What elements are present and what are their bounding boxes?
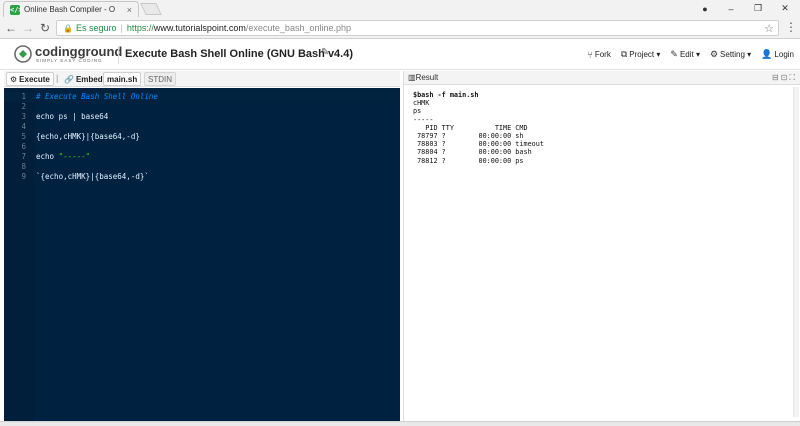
reload-icon[interactable]: ↻ [37, 20, 53, 36]
logo-text: codingground [35, 44, 123, 59]
editor-pane: ⚙ Execute | 🔗 Embed main.sh STDIN 1 # Exe… [4, 71, 400, 421]
result-window-controls[interactable]: ⊟⊡⛶ [772, 73, 797, 83]
result-title: ▥Result [408, 73, 439, 82]
tab-main-sh[interactable]: main.sh [103, 72, 142, 86]
result-text: cHMK ps ----- PID TTY TIME CMD 78797 ? 0… [413, 99, 544, 165]
login-button[interactable]: 👤 Login [761, 49, 794, 60]
code-text: echo "-----" [36, 152, 91, 161]
tab-stdin[interactable]: STDIN [144, 72, 176, 86]
address-bar-row: ← → ↻ 🔒 Es seguro | https:// www.tutoria… [0, 17, 800, 39]
profile-icon[interactable]: ● [692, 0, 718, 17]
code-text: {echo,cHMK}|{base64,-d} [36, 132, 140, 141]
code-line[interactable]: 6 [4, 142, 400, 152]
maximize-button[interactable]: ❐ [745, 0, 771, 17]
line-number: 3 [21, 112, 26, 121]
project-label: Project ▾ [629, 50, 661, 59]
codingground-logo[interactable]: codingground SIMPLY EASY CODING [14, 44, 122, 66]
terminal-icon: ▥ [408, 73, 416, 82]
code-line[interactable]: 7 echo "-----" [4, 152, 400, 162]
url-input[interactable]: 🔒 Es seguro | https:// www.tutorialspoin… [56, 20, 779, 36]
url-domain: www.tutorialspoint.com [153, 23, 246, 33]
browser-menu-icon[interactable]: ⋮ [785, 20, 797, 34]
line-number: 8 [21, 162, 26, 171]
line-number: 7 [21, 152, 26, 161]
fork-label: Fork [594, 50, 611, 59]
bookmark-star-icon[interactable]: ☆ [764, 22, 774, 35]
execute-icon: ⚙ [10, 74, 18, 84]
code-line[interactable]: 1 # Execute Bash Shell Online [4, 92, 400, 102]
code-line[interactable]: 5 {echo,cHMK}|{base64,-d} [4, 132, 400, 142]
url-separator: | [120, 23, 123, 33]
result-scrollbar[interactable] [793, 87, 799, 417]
tab-close-icon[interactable]: × [127, 5, 132, 15]
header-divider [118, 46, 119, 64]
file-tab-label: main.sh [107, 74, 138, 84]
tab-title: Online Bash Compiler - O [24, 5, 116, 14]
line-number: 9 [21, 172, 26, 181]
minimize-button[interactable]: – [718, 0, 744, 17]
edit-title-icon[interactable]: ✎ [321, 47, 329, 58]
project-menu[interactable]: ⧉ Project ▾ [621, 49, 661, 60]
embed-button[interactable]: 🔗 Embed [61, 72, 106, 86]
gear-icon: ⚙ [709, 49, 719, 59]
user-icon: 👤 [761, 49, 773, 59]
line-number: 1 [21, 92, 26, 101]
secure-label: Es seguro [75, 23, 117, 33]
close-window-button[interactable]: ✕ [772, 0, 798, 17]
url-path: /execute_bash_online.php [245, 23, 351, 33]
code-line[interactable]: 8 [4, 162, 400, 172]
code-line[interactable]: 9 `{echo,cHMK}|{base64,-d}` [4, 172, 400, 182]
line-number: 2 [21, 102, 26, 111]
browser-tab[interactable]: </> Online Bash Compiler - O × [3, 1, 139, 17]
code-line[interactable]: 2 [4, 102, 400, 112]
app-header: codingground SIMPLY EASY CODING Execute … [0, 40, 800, 70]
lock-icon: 🔒 [63, 23, 73, 33]
code-editor[interactable]: 1 # Execute Bash Shell Online 2 3 echo ps | … [4, 88, 400, 421]
project-icon: ⧉ [620, 49, 628, 59]
status-bar [0, 421, 800, 426]
line-number: 5 [21, 132, 26, 141]
fork-button[interactable]: ⑂ Fork [587, 49, 610, 60]
code-text: echo ps | base64 [36, 112, 109, 121]
logo-mark-icon [14, 45, 32, 63]
new-tab-button[interactable] [140, 3, 162, 15]
edit-menu[interactable]: ✎ Edit ▾ [670, 49, 700, 60]
execute-label: Execute [19, 74, 50, 84]
line-number: 4 [21, 122, 26, 131]
stdin-tab-label: STDIN [148, 74, 172, 84]
result-output: $bash -f main.sh cHMK ps ----- PID TTY T… [413, 91, 544, 165]
toolbar-separator: | [56, 73, 59, 83]
code-line[interactable]: 3 echo ps | base64 [4, 112, 400, 122]
login-label: Login [774, 50, 794, 59]
fork-icon: ⑂ [587, 49, 593, 60]
page-title: Execute Bash Shell Online (GNU Bash v4.4… [125, 48, 354, 60]
result-pane: ▥Result ⊟⊡⛶ $bash -f main.sh cHMK ps ---… [403, 71, 800, 421]
code-line[interactable]: 4 [4, 122, 400, 132]
embed-label: Embed [75, 74, 103, 84]
code-favicon-icon: </> [10, 4, 23, 15]
code-text: `{echo,cHMK}|{base64,-d}` [36, 172, 149, 181]
execute-button[interactable]: ⚙ Execute [6, 72, 54, 86]
edit-label: Edit ▾ [679, 50, 700, 59]
back-icon[interactable]: ← [3, 20, 19, 36]
header-toolbar: ⑂ Fork ⧉ Project ▾ ✎ Edit ▾ ⚙ Setting ▾ 👤 Log… [587, 49, 794, 60]
result-toolbar: ▥Result ⊟⊡⛶ [404, 71, 800, 85]
url-scheme: https:// [126, 23, 154, 33]
browser-tabstrip: </> Online Bash Compiler - O × ● – ❐ ✕ [0, 0, 800, 17]
code-text: # Execute Bash Shell Online [36, 92, 158, 101]
setting-label: Setting ▾ [720, 50, 752, 59]
setting-menu[interactable]: ⚙ Setting ▾ [710, 49, 751, 60]
line-number: 6 [21, 142, 26, 151]
link-icon: 🔗 [64, 74, 74, 84]
editor-toolbar: ⚙ Execute | 🔗 Embed main.sh STDIN [4, 71, 400, 87]
edit-icon: ✎ [670, 49, 678, 59]
forward-icon[interactable]: → [20, 20, 36, 36]
logo-tagline: SIMPLY EASY CODING [36, 58, 103, 63]
result-command: $bash -f main.sh [413, 91, 479, 99]
